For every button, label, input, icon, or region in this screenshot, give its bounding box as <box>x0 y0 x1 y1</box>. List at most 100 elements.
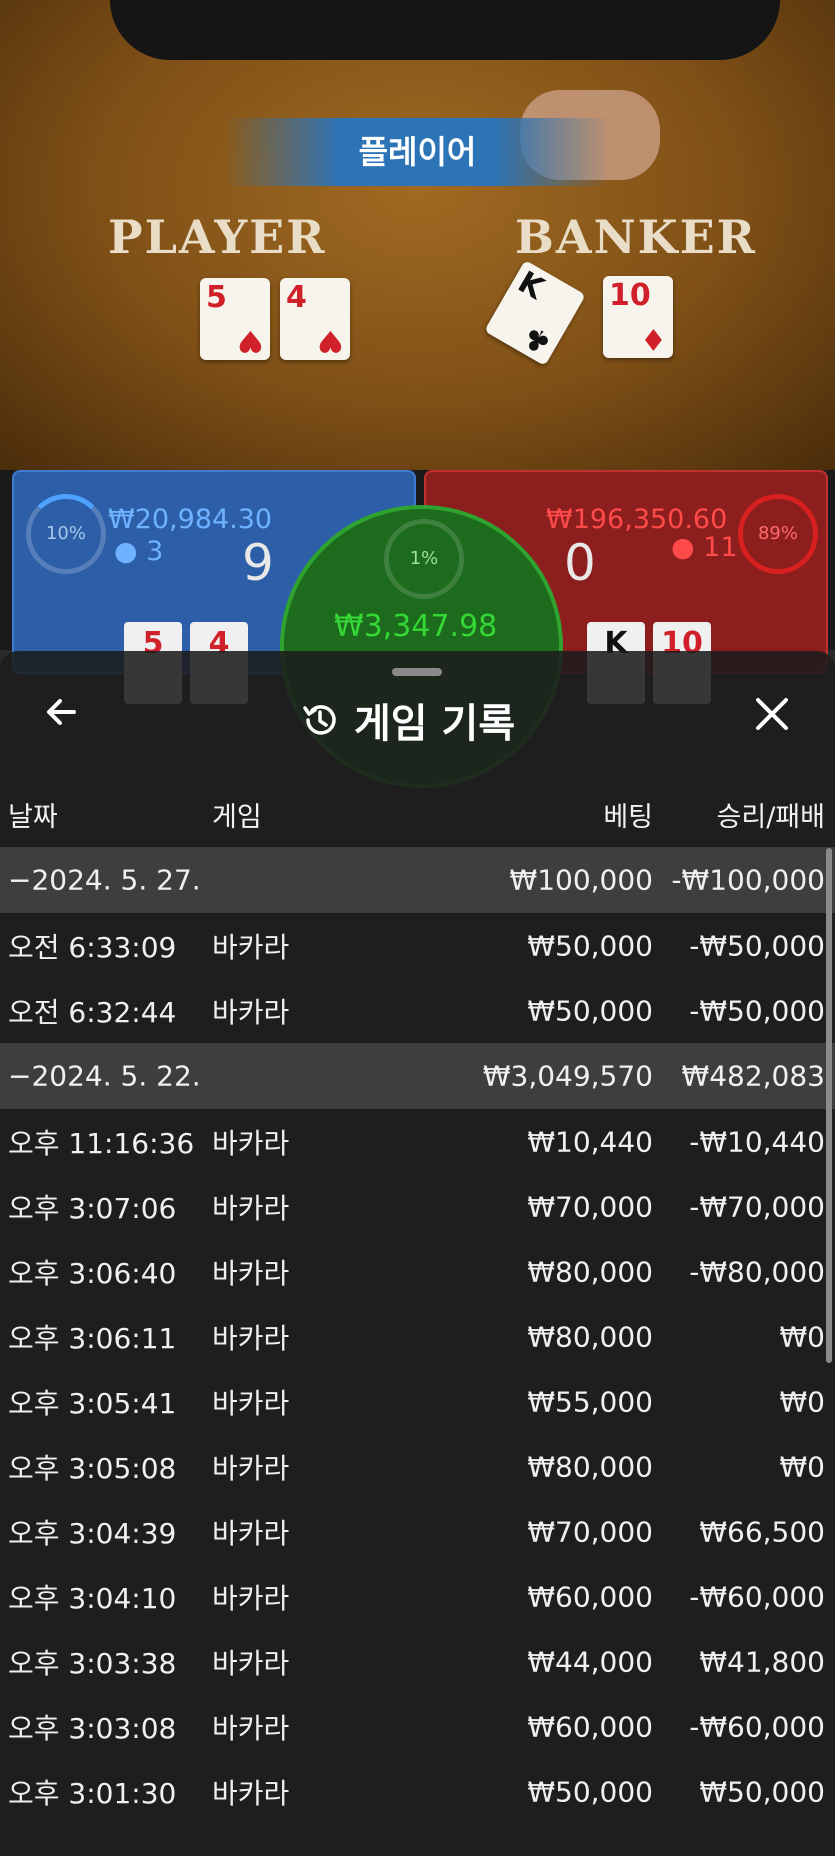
banker-count: ● 11 <box>671 532 738 563</box>
row-result: -₩70,000 <box>689 1190 825 1223</box>
row-bet: ₩100,000 <box>509 863 653 897</box>
row-result: -₩10,440 <box>689 1125 825 1158</box>
row-time: 오후 3:01:30 <box>8 1776 177 1810</box>
banker-score: 0 <box>564 534 596 592</box>
row-time: 오후 3:04:10 <box>8 1581 177 1615</box>
row-bet: ₩80,000 <box>527 1320 653 1353</box>
player-label: PLAYER <box>108 210 327 264</box>
page-title-text: 게임 기록 <box>354 701 516 747</box>
banker-card-2: 10 ♦ <box>603 276 673 358</box>
column-header-bet: 베팅 <box>603 802 653 833</box>
row-game: 바카라 <box>212 1126 290 1160</box>
row-time: 오전 6:32:44 <box>8 995 177 1029</box>
row-result: ₩66,500 <box>699 1515 825 1548</box>
row-result: -₩60,000 <box>689 1580 825 1613</box>
row-bet: ₩55,000 <box>527 1385 653 1418</box>
row-bet: ₩60,000 <box>527 1580 653 1613</box>
dealer <box>110 0 780 60</box>
arrow-left-icon <box>47 699 76 725</box>
history-row[interactable]: 오후 3:04:10 바카라 ₩60,000 -₩60,000 <box>0 1564 835 1629</box>
row-result: ₩482,083 <box>681 1059 825 1093</box>
date-group-row[interactable]: −2024. 5. 22. ₩3,049,570 ₩482,083 <box>0 1043 835 1109</box>
history-list[interactable]: −2024. 5. 27. ₩100,000 -₩100,000 오전 6:33:09… <box>0 847 835 1824</box>
result-banner: 플레이어 <box>225 118 610 186</box>
row-bet: ₩70,000 <box>527 1515 653 1548</box>
history-row[interactable]: 오후 3:05:41 바카라 ₩55,000 ₩0 <box>0 1369 835 1434</box>
page-title: 게임 기록 <box>300 690 515 750</box>
card-rank: 4 <box>286 280 307 315</box>
row-bet: ₩80,000 <box>527 1450 653 1483</box>
row-result: ₩50,000 <box>699 1775 825 1808</box>
banker-label: BANKER <box>515 210 757 264</box>
row-bet: ₩3,049,570 <box>482 1059 653 1093</box>
history-row[interactable]: 오후 3:01:30 바카라 ₩50,000 ₩50,000 <box>0 1759 835 1824</box>
history-row[interactable]: 오후 3:06:11 바카라 ₩80,000 ₩0 <box>0 1304 835 1369</box>
person-icon: ● <box>671 532 695 563</box>
player-count-value: 3 <box>146 536 164 567</box>
history-row[interactable]: 오후 3:05:08 바카라 ₩80,000 ₩0 <box>0 1434 835 1499</box>
row-game: 바카라 <box>212 1451 290 1485</box>
history-row[interactable]: 오후 11:16:36 바카라 ₩10,440 -₩10,440 <box>0 1109 835 1174</box>
row-game: 바카라 <box>212 1581 290 1615</box>
row-game: 바카라 <box>212 1646 290 1680</box>
row-bet: ₩60,000 <box>527 1710 653 1743</box>
row-result: ₩0 <box>779 1450 826 1483</box>
row-time: 오전 6:33:09 <box>8 930 177 964</box>
row-result: -₩80,000 <box>689 1255 825 1288</box>
history-row[interactable]: 오전 6:32:44 바카라 ₩50,000 -₩50,000 <box>0 978 835 1043</box>
row-bet: ₩50,000 <box>527 929 653 962</box>
row-result: -₩100,000 <box>671 863 825 897</box>
back-button[interactable] <box>32 690 92 750</box>
row-time: 오후 3:05:41 <box>8 1386 177 1420</box>
tie-bet-amount: ₩3,347.98 <box>334 609 498 644</box>
banker-percent: 89% <box>738 494 818 574</box>
row-game: 바카라 <box>212 1386 290 1420</box>
close-button[interactable] <box>742 690 802 750</box>
banker-bet-amount: ₩196,350.60 <box>546 504 728 535</box>
card-suit: ♥ <box>237 323 264 358</box>
row-time: 오후 3:03:38 <box>8 1646 177 1680</box>
column-header-result: 승리/패배 <box>716 802 825 833</box>
history-row[interactable]: 오후 3:04:39 바카라 ₩70,000 ₩66,500 <box>0 1499 835 1564</box>
row-time: 오후 3:04:39 <box>8 1516 177 1550</box>
date-group-row[interactable]: −2024. 5. 27. ₩100,000 -₩100,000 <box>0 847 835 913</box>
history-row[interactable]: 오후 3:07:06 바카라 ₩70,000 -₩70,000 <box>0 1174 835 1239</box>
row-time: −2024. 5. 22. <box>8 1059 201 1093</box>
row-result: -₩60,000 <box>689 1710 825 1743</box>
card-rank: K <box>511 264 550 307</box>
row-bet: ₩50,000 <box>527 994 653 1027</box>
scrollbar[interactable] <box>826 848 832 1363</box>
row-time: 오후 11:16:36 <box>8 1126 195 1160</box>
row-bet: ₩10,440 <box>527 1125 653 1158</box>
row-game: 바카라 <box>212 1191 290 1225</box>
history-row[interactable]: 오후 3:03:08 바카라 ₩60,000 -₩60,000 <box>0 1694 835 1759</box>
player-percent: 10% <box>26 494 106 574</box>
row-time: 오후 3:06:11 <box>8 1321 177 1355</box>
row-time: 오후 3:03:08 <box>8 1711 177 1745</box>
card-suit: ♥ <box>317 323 344 358</box>
card-rank: 10 <box>609 278 651 313</box>
row-time: 오후 3:07:06 <box>8 1191 177 1225</box>
close-icon <box>756 698 788 730</box>
history-row[interactable]: 오후 3:06:40 바카라 ₩80,000 -₩80,000 <box>0 1239 835 1304</box>
banker-count-value: 11 <box>703 532 738 563</box>
row-game: 바카라 <box>212 995 290 1029</box>
row-bet: ₩44,000 <box>527 1645 653 1678</box>
player-bet-amount: ₩20,984.30 <box>108 504 273 535</box>
row-result: ₩0 <box>779 1320 826 1353</box>
person-icon: ● <box>114 536 138 567</box>
row-result: ₩41,800 <box>699 1645 825 1678</box>
row-bet: ₩50,000 <box>527 1775 653 1808</box>
column-header-game: 게임 <box>212 802 262 833</box>
history-row[interactable]: 오후 3:03:38 바카라 ₩44,000 ₩41,800 <box>0 1629 835 1694</box>
history-row[interactable]: 오전 6:33:09 바카라 ₩50,000 -₩50,000 <box>0 913 835 978</box>
player-card-2: 4 ♥ <box>280 278 350 360</box>
sheet-drag-handle[interactable] <box>392 668 442 676</box>
tie-percent: 1% <box>384 519 464 599</box>
card-suit: ♦ <box>640 321 667 356</box>
row-game: 바카라 <box>212 1256 290 1290</box>
row-bet: ₩80,000 <box>527 1255 653 1288</box>
row-result: -₩50,000 <box>689 994 825 1027</box>
card-rank: 5 <box>206 280 227 315</box>
row-result: ₩0 <box>779 1385 826 1418</box>
